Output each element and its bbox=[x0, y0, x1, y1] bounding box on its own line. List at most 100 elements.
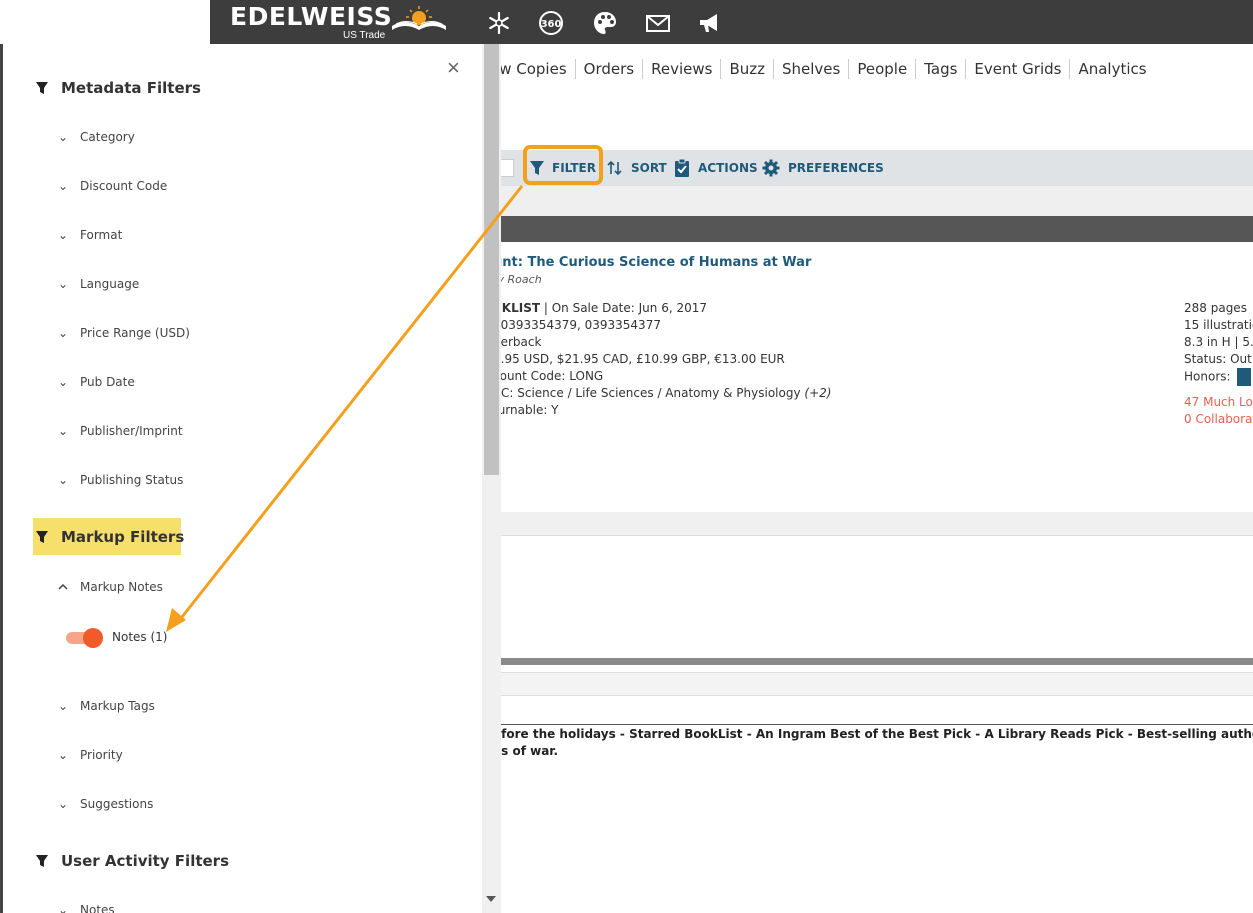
logo-subtitle: US Trade bbox=[343, 30, 386, 41]
detail-line: AC: Science / Life Sciences / Anatomy & … bbox=[493, 385, 831, 402]
filter-label: Publishing Status bbox=[80, 473, 184, 487]
book-details: CKLIST | On Sale Date: Jun 6, 2017 30393… bbox=[493, 300, 831, 419]
filter-publishing-status[interactable]: ⌄ Publishing Status bbox=[58, 471, 183, 489]
mail-icon[interactable] bbox=[645, 10, 671, 36]
filter-label: Language bbox=[80, 277, 140, 291]
detail-line: perback bbox=[493, 335, 542, 349]
title-row-header bbox=[490, 216, 1253, 242]
book-title[interactable]: unt: The Curious Science of Humans at Wa… bbox=[493, 255, 811, 270]
nav-tags[interactable]: Tags bbox=[916, 59, 967, 79]
edelweiss-logo[interactable]: EDELWEISS bbox=[230, 2, 392, 31]
book-description: efore the holidays - Starred BookList - … bbox=[493, 726, 1253, 760]
chevron-down-icon: ⌄ bbox=[58, 748, 69, 762]
section-title: Metadata Filters bbox=[61, 79, 201, 97]
sort-icon bbox=[607, 160, 622, 176]
book-logo-icon bbox=[392, 6, 446, 30]
scrollbar-thumb[interactable] bbox=[484, 44, 499, 475]
filter-label: Markup Tags bbox=[80, 699, 155, 713]
stat-line: Status: Out c bbox=[1184, 352, 1253, 366]
filter-publisher-imprint[interactable]: ⌄ Publisher/Imprint bbox=[58, 422, 183, 440]
filter-format[interactable]: ⌄ Format bbox=[58, 226, 122, 244]
filter-language[interactable]: ⌄ Language bbox=[58, 275, 139, 293]
scroll-down-arrow-icon[interactable] bbox=[486, 896, 496, 902]
much-loved-link[interactable]: 47 Much Lov bbox=[1184, 394, 1253, 411]
filter-suggestions[interactable]: ⌄ Suggestions bbox=[58, 795, 153, 813]
stat-line: 15 illustratio bbox=[1184, 318, 1253, 332]
collaborators-link[interactable]: 0 Collaborat bbox=[1184, 411, 1253, 428]
megaphone-icon[interactable] bbox=[697, 10, 723, 36]
clipboard-check-icon bbox=[675, 159, 689, 177]
detail-line: count Code: LONG bbox=[493, 369, 604, 383]
title-text: The Curious Science of Humans at War bbox=[527, 255, 812, 270]
nav-people[interactable]: People bbox=[849, 59, 917, 79]
snowflake-icon[interactable] bbox=[486, 10, 512, 36]
description-line: efore the holidays - Starred BookList - … bbox=[493, 727, 1253, 741]
chevron-down-icon: ⌄ bbox=[58, 424, 69, 438]
gear-icon bbox=[762, 159, 780, 177]
nav-new-copies[interactable]: ew Copies bbox=[490, 59, 576, 79]
filter-priority[interactable]: ⌄ Priority bbox=[58, 746, 123, 764]
chevron-down-icon: ⌄ bbox=[58, 130, 69, 144]
description-line: es of war. bbox=[493, 744, 559, 758]
chevron-down-icon: ⌄ bbox=[58, 473, 69, 487]
filter-label: Format bbox=[80, 228, 123, 242]
360-icon[interactable]: 360 bbox=[538, 10, 564, 36]
filter-label: Price Range (USD) bbox=[80, 326, 190, 340]
filter-label: Suggestions bbox=[80, 797, 154, 811]
detail-line: 6.95 USD, $21.95 CAD, £10.99 GBP, €13.00… bbox=[493, 352, 785, 366]
detail-line: 30393354379, 0393354377 bbox=[493, 318, 661, 332]
sort-label: SORT bbox=[631, 161, 667, 175]
nav-event-grids[interactable]: Event Grids bbox=[966, 59, 1071, 79]
nav-analytics[interactable]: Analytics bbox=[1070, 59, 1154, 79]
filter-label: Priority bbox=[80, 748, 123, 762]
detail-line: CKLIST | On Sale Date: Jun 6, 2017 bbox=[493, 300, 831, 317]
honors-badge-icon[interactable] bbox=[1236, 368, 1251, 386]
main-nav: ew Copies Orders Reviews Buzz Shelves Pe… bbox=[490, 58, 1155, 80]
filter-discount-code[interactable]: ⌄ Discount Code bbox=[58, 177, 167, 195]
section-title: User Activity Filters bbox=[61, 852, 230, 870]
metadata-filters-heading[interactable]: Metadata Filters bbox=[36, 76, 201, 100]
svg-text:360: 360 bbox=[541, 19, 562, 30]
actions-label: ACTIONS bbox=[698, 161, 758, 175]
detail-more[interactable]: (+2) bbox=[804, 386, 831, 400]
filter-markup-notes[interactable]: Markup Notes bbox=[58, 578, 163, 596]
nav-orders[interactable]: Orders bbox=[576, 59, 644, 79]
notes-toggle[interactable] bbox=[66, 628, 103, 648]
nav-buzz[interactable]: Buzz bbox=[721, 59, 774, 79]
filter-category[interactable]: ⌄ Category bbox=[58, 128, 135, 146]
stat-line: 8.3 in H | 5.5 bbox=[1184, 335, 1253, 349]
preferences-button[interactable]: PREFERENCES bbox=[762, 158, 884, 178]
chevron-down-icon: ⌄ bbox=[58, 326, 69, 340]
detail-text: AC: Science / Life Sciences / Anatomy & … bbox=[493, 386, 805, 400]
actions-button[interactable]: ACTIONS bbox=[674, 158, 758, 178]
filter-label: Discount Code bbox=[80, 179, 168, 193]
filter-price-range[interactable]: ⌄ Price Range (USD) bbox=[58, 324, 190, 342]
user-activity-filters-heading[interactable]: User Activity Filters bbox=[36, 849, 229, 873]
sort-button[interactable]: SORT bbox=[607, 158, 667, 178]
chevron-down-icon: ⌄ bbox=[58, 179, 69, 193]
book-stats: 288 pages 15 illustratio 8.3 in H | 5.5 … bbox=[1184, 300, 1253, 428]
filter-markup-tags[interactable]: ⌄ Markup Tags bbox=[58, 697, 155, 715]
filter-label: Publisher/Imprint bbox=[80, 424, 183, 438]
detail-line: turnable: Y bbox=[493, 403, 559, 417]
filter-pub-date[interactable]: ⌄ Pub Date bbox=[58, 373, 135, 391]
nav-shelves[interactable]: Shelves bbox=[774, 59, 850, 79]
section-divider-dark bbox=[490, 658, 1253, 665]
filter-label: Markup Notes bbox=[80, 580, 163, 594]
chevron-up-icon bbox=[58, 580, 80, 594]
honors-label: Honors: bbox=[1184, 369, 1231, 384]
section-title: Markup Filters bbox=[61, 528, 185, 546]
markup-filters-heading[interactable]: Markup Filters bbox=[36, 525, 184, 549]
filter-user-notes[interactable]: ⌄ Notes bbox=[58, 901, 115, 913]
palette-icon[interactable] bbox=[592, 10, 618, 36]
chevron-down-icon: ⌄ bbox=[58, 797, 69, 811]
filter-label: Pub Date bbox=[80, 375, 135, 389]
filter-icon bbox=[36, 82, 48, 94]
close-icon[interactable]: × bbox=[447, 57, 465, 79]
nav-reviews[interactable]: Reviews bbox=[643, 59, 722, 79]
filter-icon bbox=[36, 531, 48, 543]
stat-line: 288 pages bbox=[1184, 301, 1247, 315]
toggle-knob bbox=[83, 628, 103, 648]
chevron-down-icon: ⌄ bbox=[58, 699, 69, 713]
filter-label: Category bbox=[80, 130, 135, 144]
